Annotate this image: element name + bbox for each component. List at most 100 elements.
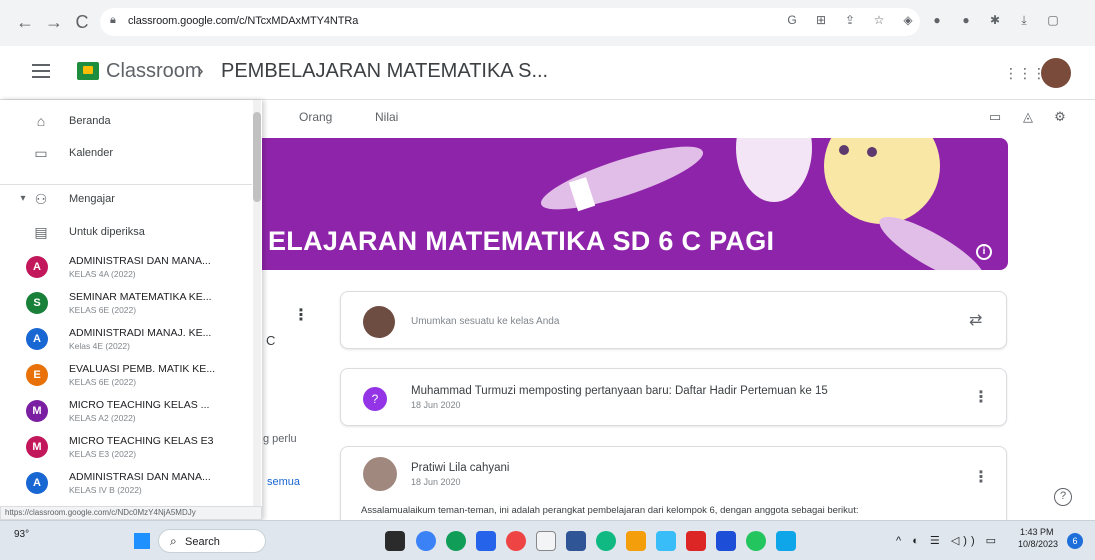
taskbar-search[interactable]: ⌕ Search bbox=[158, 529, 266, 553]
puzzle-icon[interactable]: ✱ bbox=[987, 12, 1003, 28]
stream-post[interactable]: ? Muhammad Turmuzi memposting pertanyaan… bbox=[340, 368, 1007, 426]
sidebar-item-untuk-diperiksa[interactable]: ▤ Untuk diperiksa bbox=[0, 219, 252, 247]
folder-icon[interactable] bbox=[626, 531, 646, 551]
people-icon: ⚇ bbox=[34, 191, 48, 207]
search-icon: ⌕ bbox=[170, 534, 177, 548]
extension-a-icon[interactable]: ● bbox=[929, 12, 945, 28]
sidebar-course-item[interactable]: E EVALUASI PEMB. MATIK KE... KELAS 6E (202… bbox=[0, 358, 252, 394]
sidebar-item-mengajar[interactable]: ▾ ⚇ Mengajar bbox=[0, 186, 252, 214]
calendar-icon[interactable]: ▭ bbox=[987, 109, 1003, 125]
course-name: ADMINISTRASI DAN MANA... bbox=[69, 255, 211, 267]
course-section: KELAS E3 (2022) bbox=[69, 449, 137, 459]
clock-date[interactable]: 10/8/2023 bbox=[1018, 539, 1058, 549]
back-icon[interactable]: ← bbox=[14, 11, 36, 33]
apps-grid-icon[interactable]: ⋮⋮⋮ bbox=[1004, 65, 1046, 82]
app-name[interactable]: Classroom bbox=[106, 60, 202, 83]
drawer-scrollbar[interactable] bbox=[253, 100, 261, 520]
download-icon[interactable]: ⤓ bbox=[1016, 12, 1032, 28]
course-section: KELAS IV B (2022) bbox=[69, 485, 142, 495]
classroom-logo-icon[interactable] bbox=[77, 62, 99, 80]
weather-widget[interactable]: 93° bbox=[14, 529, 29, 540]
course-name: ADMINISTRASI DAN MANA... bbox=[69, 471, 211, 483]
store-icon[interactable] bbox=[476, 531, 496, 551]
tab-nilai[interactable]: Nilai bbox=[375, 110, 398, 124]
course-section: KELAS 6E (2022) bbox=[69, 377, 137, 387]
inbox-icon: ▤ bbox=[34, 224, 48, 240]
sidepanel-icon[interactable]: ▢ bbox=[1045, 12, 1061, 28]
post-author: Pratiwi Lila cahyani bbox=[411, 462, 510, 474]
sidebar-course-item[interactable]: S SEMINAR MATEMATIKA KE... KELAS 6E (2022) bbox=[0, 286, 252, 322]
navigation-drawer: ⌂ Beranda ▭ Kalender ▾ ⚇ Mengajar ▤ Untu… bbox=[0, 100, 262, 520]
course-name: SEMINAR MATEMATIKA KE... bbox=[69, 291, 212, 303]
sidebar-course-item[interactable]: M MICRO TEACHING KELAS E3 KELAS E3 (2022) bbox=[0, 430, 252, 466]
more-options-icon[interactable]: ⋮ bbox=[293, 305, 309, 325]
repost-icon[interactable]: ⇄ bbox=[969, 310, 982, 330]
user-avatar bbox=[363, 306, 395, 338]
system-tray[interactable]: ^ ◐ ☰ ◁)) ▭ bbox=[896, 534, 1000, 547]
settings-icon[interactable]: ⚙ bbox=[1052, 109, 1068, 125]
mail-icon[interactable] bbox=[776, 531, 796, 551]
menu-icon[interactable] bbox=[32, 64, 50, 78]
question-icon: ? bbox=[363, 387, 387, 411]
taskbar: 93° ⌕ Search ^ ◐ ☰ ◁)) ▭ 1:43 PM 10/8/20… bbox=[0, 520, 1095, 560]
course-title: PEMBELAJARAN MATEMATIKA S... bbox=[221, 60, 549, 82]
more-options-icon[interactable]: ⋮ bbox=[973, 467, 989, 487]
extension-b-icon[interactable]: ● bbox=[958, 12, 974, 28]
forward-icon[interactable]: → bbox=[43, 11, 65, 33]
teams-icon[interactable] bbox=[566, 531, 586, 551]
info-icon[interactable]: i bbox=[976, 244, 992, 260]
clock-time[interactable]: 1:43 PM bbox=[1020, 527, 1054, 537]
chrome-profile-icon[interactable] bbox=[746, 531, 766, 551]
course-banner: ELAJARAN MATEMATIKA SD 6 C PAGI i bbox=[262, 138, 1008, 270]
course-section: KELAS 4A (2022) bbox=[69, 269, 136, 279]
file-explorer-icon[interactable] bbox=[385, 531, 405, 551]
app-icon[interactable] bbox=[686, 531, 706, 551]
post-title[interactable]: Muhammad Turmuzi memposting pertanyaan b… bbox=[411, 385, 828, 397]
sidebar-course-item[interactable]: A ADMINISTRADI MANAJ. KE... Kelas 4E (2022… bbox=[0, 322, 252, 358]
scrollbar-thumb[interactable] bbox=[253, 112, 261, 202]
course-avatar: A bbox=[26, 256, 48, 278]
post-date: 18 Jun 2020 bbox=[411, 400, 461, 410]
notepad-icon[interactable] bbox=[536, 531, 556, 551]
translate-icon[interactable]: ⊞ bbox=[813, 12, 829, 28]
more-options-icon[interactable]: ⋮ bbox=[973, 387, 989, 407]
app-header: Classroom › PEMBELAJARAN MATEMATIKA S...… bbox=[0, 46, 1095, 100]
upcoming-text: g perlu bbox=[263, 433, 297, 445]
sidebar-item-beranda[interactable]: ⌂ Beranda bbox=[0, 108, 252, 136]
browser-icon[interactable] bbox=[596, 531, 616, 551]
sidebar-course-item[interactable]: A ADMINISTRASI DAN MANA... KELAS IV B (202… bbox=[0, 466, 252, 502]
meet-icon[interactable] bbox=[416, 531, 436, 551]
windows-start-icon[interactable] bbox=[134, 533, 150, 549]
share-icon[interactable]: ⇪ bbox=[842, 12, 858, 28]
sidebar-course-item[interactable]: A ADMINISTRASI DAN MANA... KELAS 4A (2022) bbox=[0, 250, 252, 286]
course-name: MICRO TEACHING KELAS ... bbox=[69, 399, 210, 411]
home-icon: ⌂ bbox=[36, 113, 46, 129]
help-icon[interactable]: ? bbox=[1054, 488, 1072, 506]
course-name: EVALUASI PEMB. MATIK KE... bbox=[69, 363, 216, 375]
reload-icon[interactable]: C bbox=[71, 11, 93, 33]
announce-placeholder[interactable]: Umumkan sesuatu ke kelas Anda bbox=[411, 316, 559, 327]
chevron-down-icon: ▾ bbox=[20, 193, 26, 204]
chrome-icon[interactable] bbox=[506, 531, 526, 551]
sidebar-item-label: Untuk diperiksa bbox=[69, 226, 145, 238]
sidebar-item-kalender[interactable]: ▭ Kalender bbox=[0, 140, 252, 168]
shield-icon[interactable]: ◈ bbox=[900, 12, 916, 28]
author-avatar bbox=[363, 457, 397, 491]
google-icon[interactable]: G bbox=[784, 12, 800, 28]
view-all-link[interactable]: semua bbox=[267, 476, 300, 488]
sidebar-course-item[interactable]: M MICRO TEACHING KELAS ... KELAS A2 (2022) bbox=[0, 394, 252, 430]
course-avatar: M bbox=[26, 436, 48, 458]
photos-icon[interactable] bbox=[656, 531, 676, 551]
tab-orang[interactable]: Orang bbox=[299, 110, 332, 124]
course-avatar: A bbox=[26, 328, 48, 350]
profile-avatar[interactable] bbox=[1041, 58, 1071, 88]
announce-card[interactable]: Umumkan sesuatu ke kelas Anda ⇄ bbox=[340, 291, 1007, 349]
slack-icon[interactable] bbox=[716, 531, 736, 551]
calendar-icon: ▭ bbox=[34, 145, 48, 161]
star-icon[interactable]: ☆ bbox=[871, 12, 887, 28]
drive-icon[interactable]: ◬ bbox=[1020, 109, 1036, 125]
notification-badge[interactable]: 6 bbox=[1067, 533, 1083, 549]
edge-icon[interactable] bbox=[446, 531, 466, 551]
divider bbox=[0, 184, 252, 185]
sidebar-item-label: Beranda bbox=[69, 115, 111, 127]
